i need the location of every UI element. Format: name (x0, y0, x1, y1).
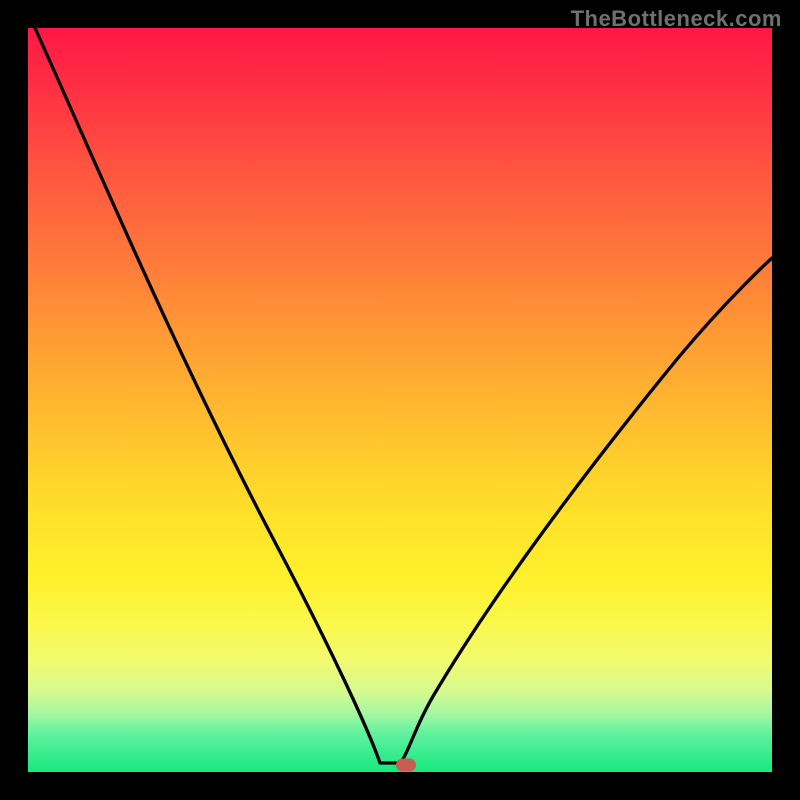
watermark-text: TheBottleneck.com (571, 6, 782, 32)
plot-area (28, 28, 772, 772)
bottleneck-curve (28, 28, 772, 772)
chart-frame: TheBottleneck.com (0, 0, 800, 800)
optimal-point-marker (396, 759, 416, 772)
curve-path (35, 28, 772, 763)
